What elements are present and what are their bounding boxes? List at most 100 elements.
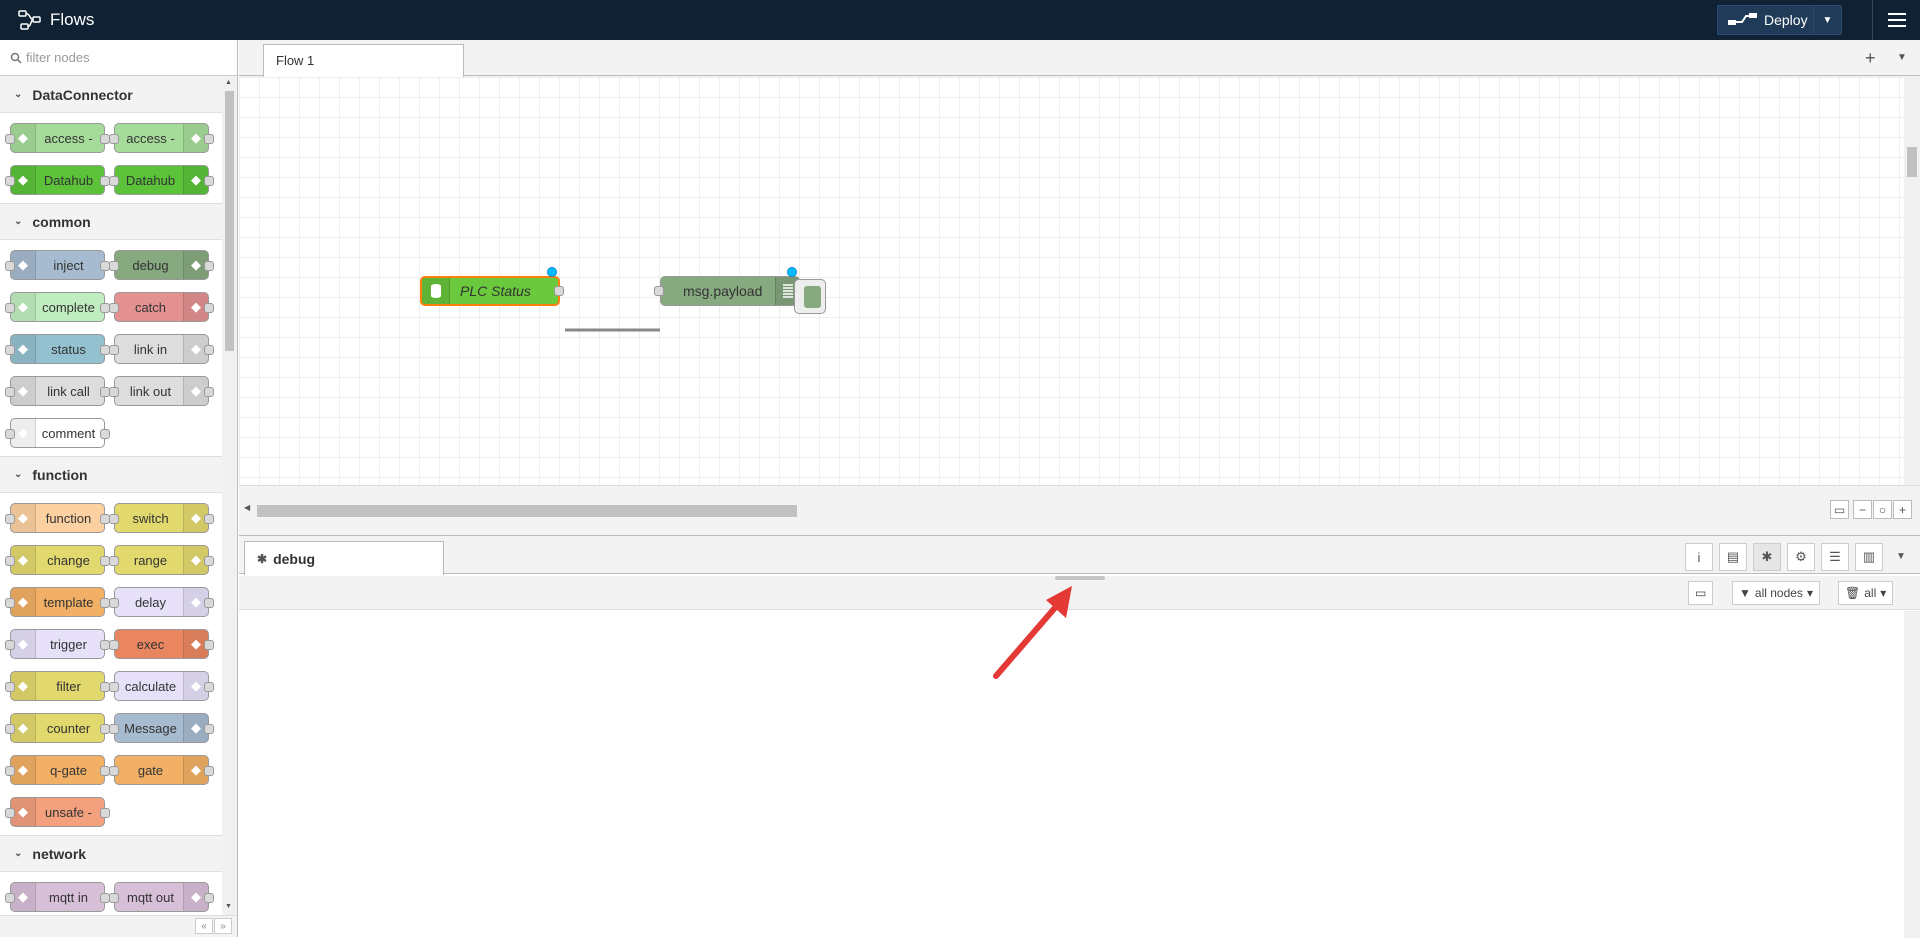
debug-scrollbar[interactable]: [1904, 611, 1920, 938]
node-input-port: [109, 134, 119, 144]
add-flow-icon[interactable]: +: [1865, 48, 1876, 69]
palette-node[interactable]: ◆ filter: [5, 671, 110, 701]
palette-node[interactable]: ◆ access -: [5, 123, 110, 153]
palette-node-label: delay: [134, 594, 167, 610]
zoom-out-icon[interactable]: −: [1853, 500, 1872, 519]
palette-category-header[interactable]: ⌄ DataConnector: [0, 77, 222, 113]
scroll-left-icon[interactable]: ◀: [244, 503, 250, 512]
palette-node-label: counter: [46, 720, 91, 736]
palette-node-label: access -: [44, 130, 93, 146]
node-input-port: [5, 387, 15, 397]
palette-node[interactable]: ◆ change: [5, 545, 110, 575]
node-output-port: [204, 134, 214, 144]
palette-node[interactable]: ◆ mqtt out: [109, 882, 214, 912]
deploy-label: Deploy: [1764, 12, 1808, 28]
node-plc-status-label: PLC Status: [460, 283, 531, 299]
node-output-port: [204, 176, 214, 186]
palette-node[interactable]: ◆ delay: [109, 587, 214, 617]
debug-toggle-button[interactable]: [794, 279, 826, 314]
palette-node-row: ◆ q-gate ◆ gate: [5, 749, 222, 791]
palette-node-row: ◆ template ◆ delay: [5, 581, 222, 623]
palette-node[interactable]: ◆ range: [109, 545, 214, 575]
tab-debug[interactable]: ✱ debug: [244, 541, 444, 575]
palette-node[interactable]: ◆ counter: [5, 713, 110, 743]
help-book-icon[interactable]: ▤: [1719, 543, 1747, 571]
node-debug-msg-payload[interactable]: msg.payload: [660, 276, 800, 306]
palette-category-header[interactable]: ⌄ common: [0, 204, 222, 240]
search-icon: [10, 52, 22, 64]
palette-node[interactable]: ◆ function: [5, 503, 110, 533]
monitor-icon[interactable]: ▭: [1688, 581, 1714, 605]
palette-node-label: gate: [137, 762, 164, 778]
palette-node-label: switch: [132, 510, 169, 526]
annotation-arrow-icon: [993, 586, 1072, 679]
palette-node[interactable]: ◆ Datahub: [5, 165, 110, 195]
palette-category-nodes: ◆ function ◆ switch ◆ change ◆ range ◆ template ◆ d…: [0, 493, 222, 836]
palette-scroll-thumb[interactable]: [225, 91, 234, 351]
canvas-vscroll-thumb[interactable]: [1907, 147, 1917, 177]
palette-node-label: exec: [136, 636, 165, 652]
node-input-port: [5, 766, 15, 776]
tab-flow-1[interactable]: Flow 1: [263, 44, 464, 77]
node-plc-status[interactable]: PLC Status: [420, 276, 560, 306]
palette-scrollbar[interactable]: ▲ ▼: [223, 77, 236, 915]
filter-nodes-dropdown[interactable]: ▼ all nodes ▾: [1732, 581, 1820, 605]
deploy-button[interactable]: Deploy ▼: [1717, 5, 1842, 35]
node-output-port: [204, 724, 214, 734]
navigator-icon[interactable]: ▭: [1830, 500, 1849, 519]
palette-category-nodes: ◆ access - ◆ access - ◆ Datahub ◆ Datahub: [0, 113, 222, 204]
palette-node[interactable]: ◆ calculate: [109, 671, 214, 701]
zoom-reset-icon[interactable]: ○: [1873, 500, 1892, 519]
palette-node[interactable]: ◆ mqtt in: [5, 882, 110, 912]
palette-node[interactable]: ◆ Datahub: [109, 165, 214, 195]
collapse-all-icon[interactable]: «: [195, 918, 213, 934]
palette-node-row: ◆ link call ◆ link out: [5, 370, 222, 412]
context-database-icon[interactable]: ☰: [1821, 543, 1849, 571]
palette-node[interactable]: ◆ debug: [109, 250, 214, 280]
palette-search[interactable]: filter nodes: [0, 40, 237, 76]
palette-node[interactable]: ◆ switch: [109, 503, 214, 533]
flow-list-dropdown-icon[interactable]: ▼: [1897, 52, 1907, 63]
sidebar-menu-dropdown-icon[interactable]: ▼: [1896, 551, 1906, 562]
main-menu-button[interactable]: [1872, 0, 1920, 40]
scroll-up-icon[interactable]: ▲: [225, 79, 232, 86]
palette-node[interactable]: ◆ exec: [109, 629, 214, 659]
palette-node[interactable]: ◆ link out: [109, 376, 214, 406]
workspace-tabs: Flow 1 + ▼: [239, 40, 1920, 77]
tab-debug-label: debug: [273, 550, 316, 567]
palette-footer: « »: [0, 915, 237, 937]
info-icon[interactable]: i: [1685, 543, 1713, 571]
palette-node[interactable]: ◆ comment: [5, 418, 110, 448]
canvas-hscroll-thumb[interactable]: [257, 505, 797, 517]
palette-node[interactable]: ◆ trigger: [5, 629, 110, 659]
palette-node[interactable]: ◆ catch: [109, 292, 214, 322]
palette-node[interactable]: ◆ complete: [5, 292, 110, 322]
palette-node[interactable]: ◆ inject: [5, 250, 110, 280]
database-icon: [422, 278, 450, 304]
palette-node[interactable]: ◆ Message: [109, 713, 214, 743]
canvas-vertical-scrollbar[interactable]: [1904, 77, 1920, 524]
clear-messages-dropdown[interactable]: 🗑 all ▾: [1838, 581, 1894, 605]
config-gear-icon[interactable]: ⚙: [1787, 543, 1815, 571]
expand-all-icon[interactable]: »: [214, 918, 232, 934]
scroll-down-icon[interactable]: ▼: [225, 903, 232, 910]
palette-node[interactable]: ◆ status: [5, 334, 110, 364]
zoom-in-icon[interactable]: +: [1893, 500, 1912, 519]
debug-input-port[interactable]: [654, 286, 664, 296]
palette-node[interactable]: ◆ link call: [5, 376, 110, 406]
palette-node[interactable]: ◆ unsafe -: [5, 797, 110, 827]
debug-bug-icon[interactable]: ✱: [1753, 543, 1781, 571]
palette-category-header[interactable]: ⌄ function: [0, 457, 222, 493]
palette-node[interactable]: ◆ gate: [109, 755, 214, 785]
palette-category-label: network: [32, 845, 87, 862]
node-output-port: [204, 303, 214, 313]
palette-node[interactable]: ◆ access -: [109, 123, 214, 153]
palette-node[interactable]: ◆ q-gate: [5, 755, 110, 785]
plc-status-output-port[interactable]: [554, 286, 564, 296]
dashboard-chart-icon[interactable]: ▥: [1855, 543, 1883, 571]
palette-category-header[interactable]: ⌄ network: [0, 836, 222, 872]
palette-node[interactable]: ◆ link in: [109, 334, 214, 364]
node-debug-label: msg.payload: [683, 283, 763, 299]
deploy-dropdown-icon[interactable]: ▼: [1813, 6, 1841, 34]
palette-node[interactable]: ◆ template: [5, 587, 110, 617]
